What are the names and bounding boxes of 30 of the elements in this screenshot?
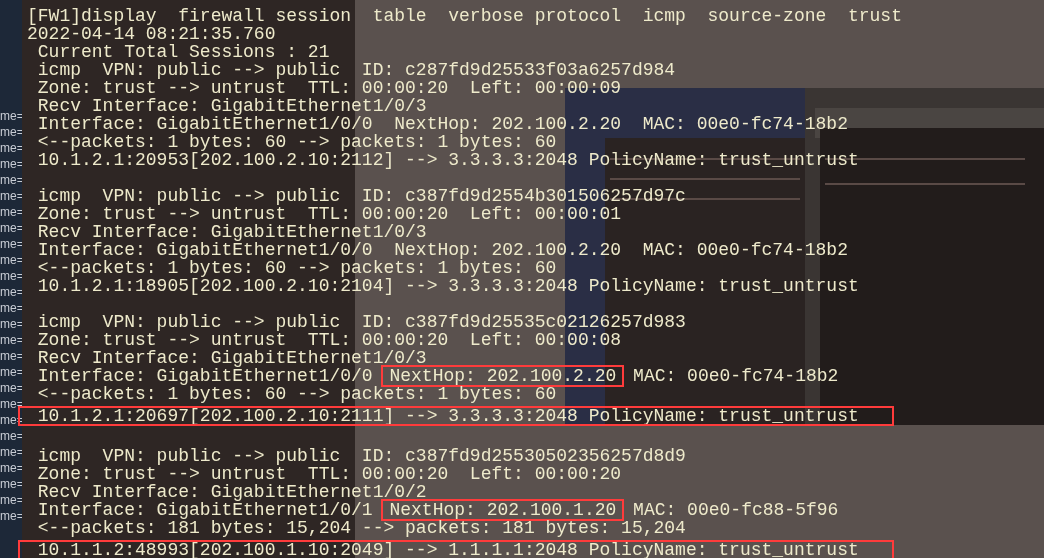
- terminal-line: Recv Interface: GigabitEthernet1/0/3: [36, 223, 427, 241]
- terminal-line: Recv Interface: GigabitEthernet1/0/3: [36, 349, 427, 367]
- terminal-line: Recv Interface: GigabitEthernet1/0/3: [36, 97, 427, 115]
- highlighted-line: 10.1.1.2:48993[202.100.1.10:2049] --> 1.1.1.1:2048 PolicyName: trust_untrust: [19, 541, 893, 558]
- terminal-line: Zone: trust --> untrust TTL: 00:00:20 Left: 00:00:09: [36, 79, 622, 97]
- terminal-line: icmp VPN: public --> public ID: c287fd9d25533f03a6257d984: [36, 61, 676, 79]
- terminal-line: Current Total Sessions : 21: [36, 43, 330, 61]
- highlighted-text: NextHop: 202.100.1.20: [383, 501, 623, 519]
- terminal-line: <--packets: 181 bytes: 15,204 --> packets: 181 bytes: 15,204: [36, 519, 686, 537]
- terminal-line: <--packets: 1 bytes: 60 --> packets: 1 bytes: 60: [36, 133, 557, 151]
- terminal-line: icmp VPN: public --> public ID: c387fd9d2554b301506257d97c: [36, 187, 686, 205]
- terminal-line: 10.1.2.1:20953[202.100.2.10:2112] --> 3.3.3.3:2048 PolicyName: trust_untrust: [36, 151, 859, 169]
- terminal-line: Zone: trust --> untrust TTL: 00:00:20 Left: 00:00:01: [36, 205, 622, 223]
- terminal-line: Zone: trust --> untrust TTL: 00:00:20 Left: 00:00:08: [36, 331, 622, 349]
- terminal-line: icmp VPN: public --> public ID: c387fd9d25535c02126257d983: [36, 313, 686, 331]
- terminal-line: Interface: GigabitEthernet1/0/0 NextHop: 202.100.2.20 MAC: 00e0-fc74-18b2: [36, 115, 848, 133]
- terminal-line: <--packets: 1 bytes: 60 --> packets: 1 bytes: 60: [36, 385, 557, 403]
- terminal-line: Interface: GigabitEthernet1/0/0 NextHop: 202.100.2.20 MAC: 00e0-fc74-18b2: [36, 241, 848, 259]
- terminal-text: MAC: 00e0-fc74-18b2: [632, 367, 839, 385]
- terminal-line: Zone: trust --> untrust TTL: 00:00:20 Left: 00:00:20: [36, 465, 622, 483]
- terminal-line: 2022-04-14 08:21:35.760: [27, 25, 276, 43]
- terminal-line: 10.1.2.1:18905[202.100.2.10:2104] --> 3.3.3.3:2048 PolicyName: trust_untrust: [36, 277, 859, 295]
- terminal-text: MAC: 00e0-fc88-5f96: [632, 501, 839, 519]
- terminal-line: [FW1]display firewall session table verbose protocol icmp source-zone trust: [27, 7, 902, 25]
- highlighted-text: NextHop: 202.100.2.20: [383, 367, 623, 385]
- terminal-line: Recv Interface: GigabitEthernet1/0/2: [36, 483, 427, 501]
- terminal-text: Interface: GigabitEthernet1/0/0: [36, 367, 373, 385]
- terminal-text: Interface: GigabitEthernet1/0/1: [36, 501, 373, 519]
- terminal-line: <--packets: 1 bytes: 60 --> packets: 1 bytes: 60: [36, 259, 557, 277]
- terminal-line: icmp VPN: public --> public ID: c387fd9d25530502356257d8d9: [36, 447, 686, 465]
